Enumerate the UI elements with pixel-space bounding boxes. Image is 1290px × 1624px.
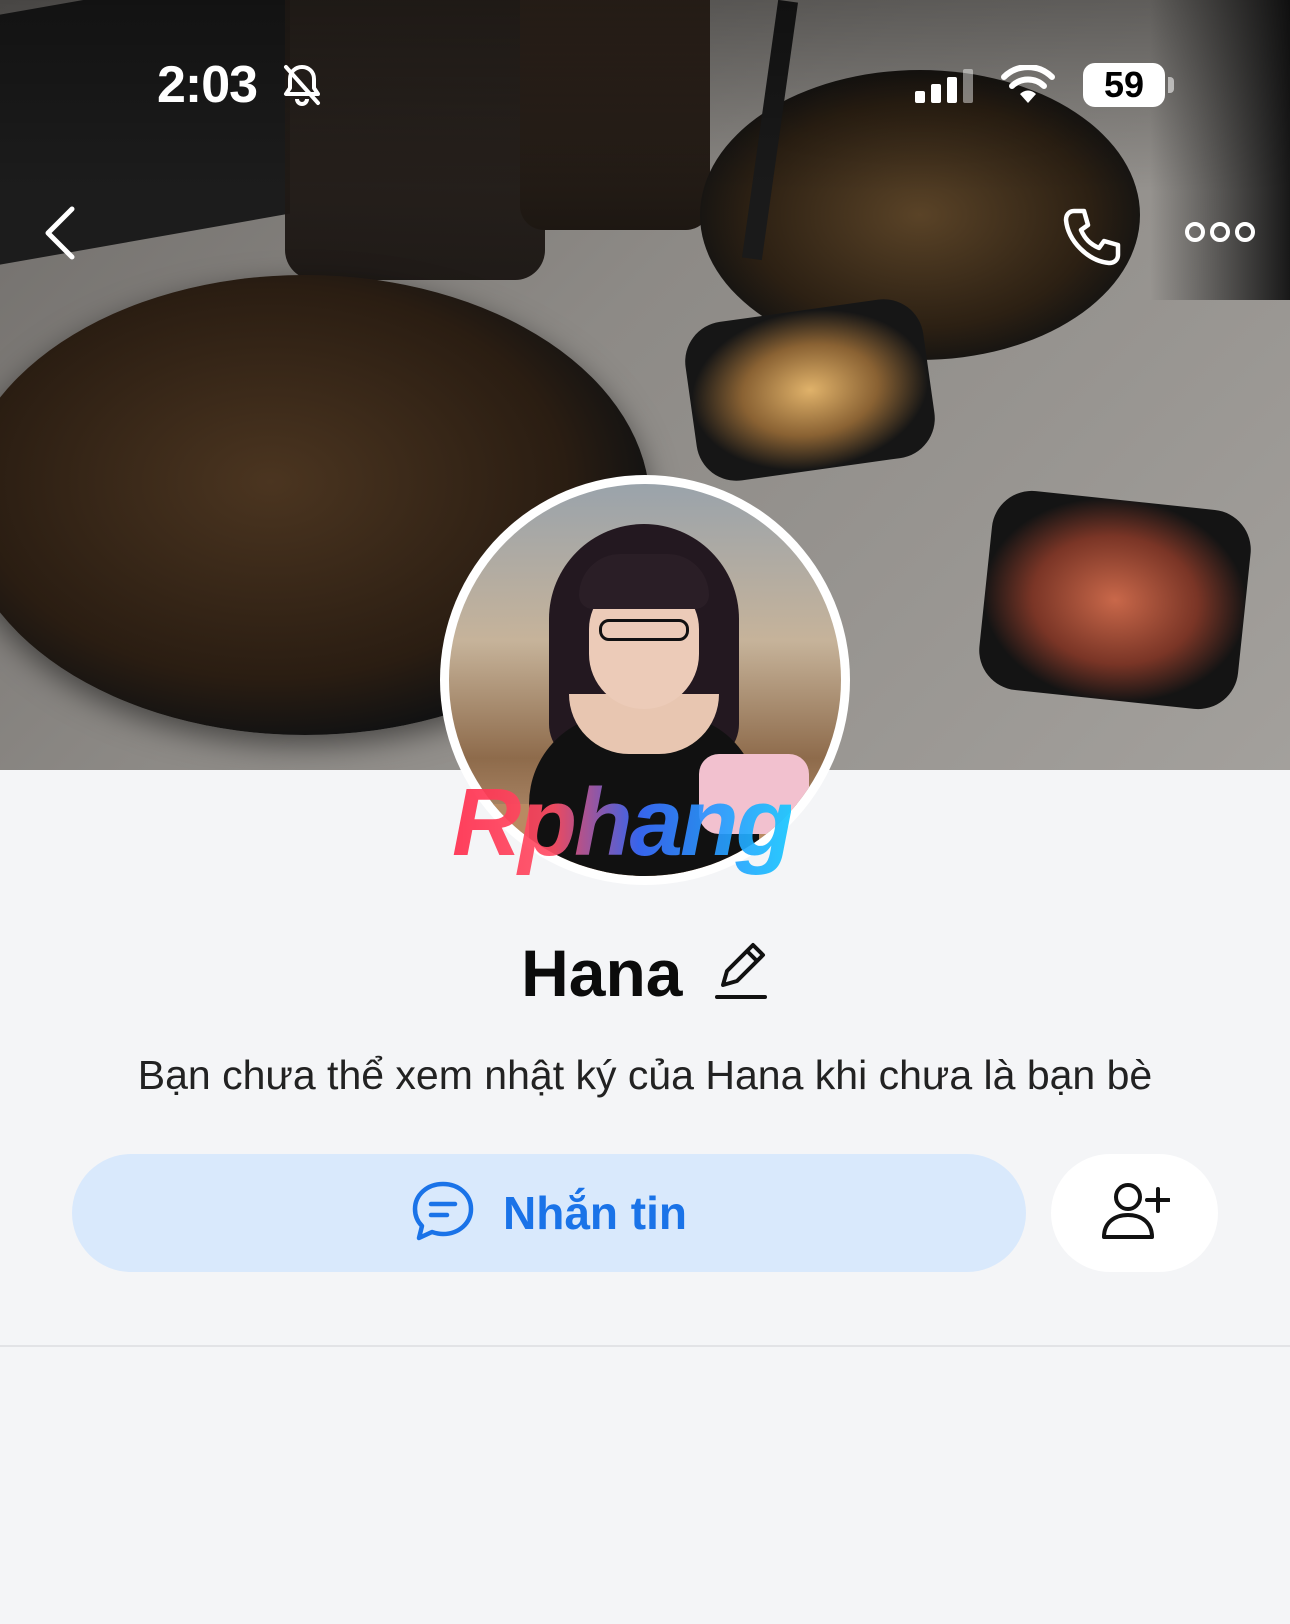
battery-level: 59 [1083,63,1165,107]
more-button[interactable] [1185,220,1255,249]
call-button[interactable] [1060,205,1124,274]
more-horizontal-icon [1185,222,1255,248]
cellular-signal-icon [915,69,979,108]
battery-icon [1168,77,1174,93]
bell-slash-icon [282,63,322,112]
chat-bubble-icon [411,1180,475,1247]
phone-icon [1060,208,1124,273]
wifi-icon [1000,64,1056,110]
section-divider [0,1345,1290,1347]
avatar-photo-detail [579,554,709,609]
user-plus-icon [1100,1181,1171,1246]
add-friend-button[interactable] [1051,1154,1218,1272]
profile-name: Hana [521,936,683,1010]
avatar-photo-detail [599,619,689,641]
pencil-icon [713,942,769,1007]
message-button[interactable]: Nhắn tin [72,1154,1026,1272]
chevron-left-icon [40,206,80,265]
watermark-logo: Rphang [452,769,794,876]
message-button-label: Nhắn tin [503,1187,687,1239]
status-bar: 2:03 59 [0,55,1290,115]
profile-name-row: Hana [0,935,1290,1011]
back-button[interactable] [40,205,80,266]
privacy-notice: Bạn chưa thể xem nhật ký của Hana khi ch… [137,1052,1153,1098]
status-time: 2:03 [157,56,258,114]
edit-name-button[interactable] [713,939,769,1008]
